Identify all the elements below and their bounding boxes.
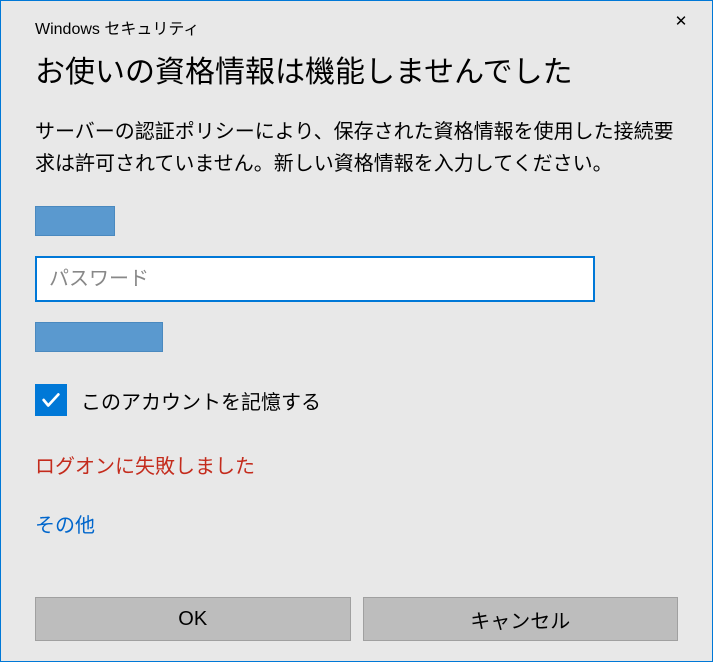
- dialog-content: お使いの資格情報は機能しませんでした サーバーの認証ポリシーにより、保存された資…: [1, 45, 712, 566]
- titlebar-text: Windows セキュリティ: [35, 9, 199, 39]
- ok-button[interactable]: OK: [35, 597, 351, 641]
- domain-redacted-block: [35, 322, 163, 352]
- dialog-description: サーバーの認証ポリシーにより、保存された資格情報を使用した接続要求は許可されてい…: [35, 116, 678, 180]
- dialog-heading: お使いの資格情報は機能しませんでした: [35, 53, 678, 92]
- check-icon: [40, 389, 62, 411]
- titlebar: Windows セキュリティ ✕: [1, 1, 712, 45]
- security-dialog: Windows セキュリティ ✕ お使いの資格情報は機能しませんでした サーバー…: [0, 0, 713, 662]
- close-icon: ✕: [675, 12, 688, 30]
- cancel-button[interactable]: キャンセル: [363, 597, 679, 641]
- remember-row: このアカウントを記憶する: [35, 384, 678, 416]
- remember-checkbox[interactable]: [35, 384, 67, 416]
- username-redacted-block: [35, 206, 115, 236]
- password-input[interactable]: [35, 256, 595, 302]
- button-row: OK キャンセル: [1, 597, 712, 661]
- more-options-link[interactable]: その他: [35, 509, 95, 538]
- close-button[interactable]: ✕: [658, 5, 704, 37]
- logon-error-text: ログオンに失敗しました: [35, 450, 678, 479]
- remember-label: このアカウントを記憶する: [81, 386, 321, 415]
